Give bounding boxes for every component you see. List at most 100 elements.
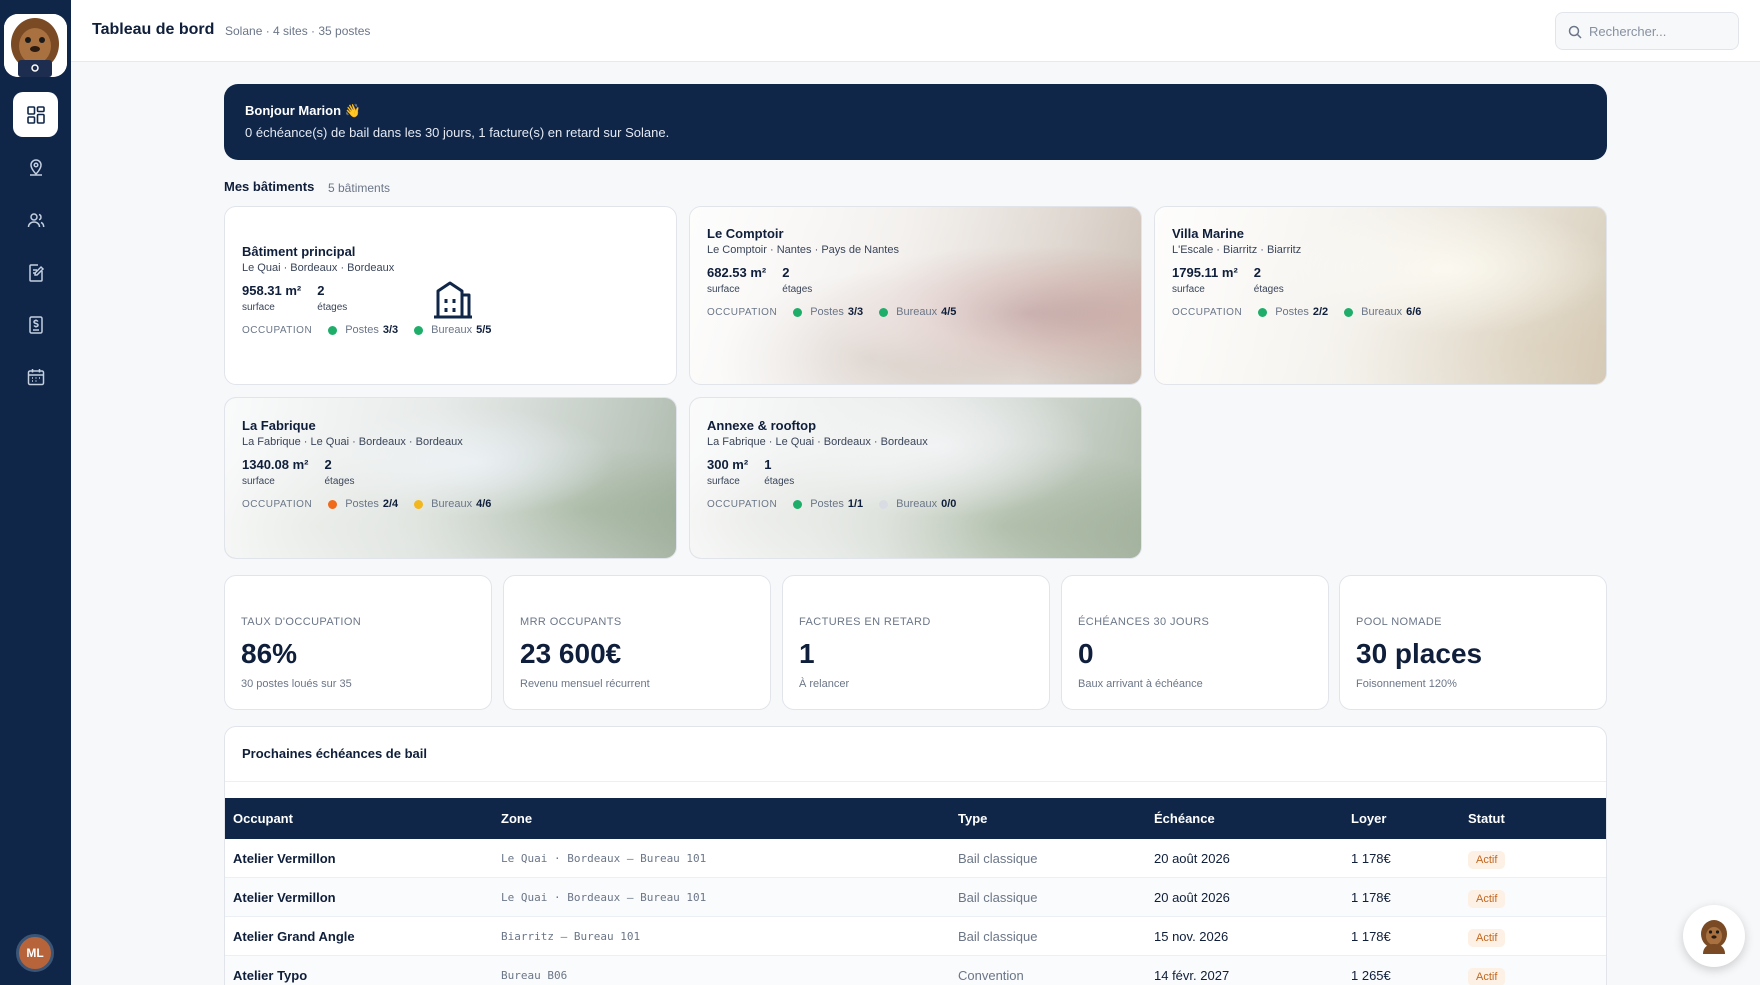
cell-rent: 1 265€: [1351, 968, 1391, 983]
buildings-section-title: Mes bâtiments: [224, 179, 315, 194]
kpi-value: 86%: [241, 638, 298, 669]
dashboard-icon: [26, 105, 45, 124]
table-row[interactable]: Atelier Vermillon Le Quai · Bordeaux — B…: [225, 839, 1606, 878]
building-location: La Fabrique · Le Quai · Bordeaux · Borde…: [242, 436, 463, 448]
kpi-sub: Baux arrivant à échéance: [1078, 678, 1203, 690]
page-title: Tableau de bord: [92, 21, 215, 38]
col-expiry[interactable]: Échéance: [1154, 798, 1215, 839]
cell-zone: Bureau B06: [501, 969, 568, 982]
status-badge: Actif: [1468, 967, 1506, 985]
leases-panel: Prochaines échéances de bail Occupant Zo…: [224, 726, 1607, 985]
nav-occupants[interactable]: [13, 197, 58, 242]
cell-zone: Le Quai · Bordeaux — Bureau 101: [501, 852, 707, 865]
occupancy-bureaux: Bureaux 5/5: [414, 324, 491, 336]
occupancy-bureaux: Bureaux 0/0: [879, 498, 956, 510]
cell-occupant: Atelier Typo: [233, 968, 308, 983]
building-surface: 682.53 m² surface: [707, 265, 767, 295]
occupancy-postes: Postes 2/4: [328, 498, 398, 510]
user-initials: ML: [26, 946, 44, 960]
table-row[interactable]: Atelier Vermillon Le Quai · Bordeaux — B…: [225, 878, 1606, 917]
col-rent[interactable]: Loyer: [1351, 798, 1386, 839]
kpi-sub: Foisonnement 120%: [1356, 678, 1457, 690]
cell-occupant: Atelier Vermillon: [233, 851, 336, 866]
kpi-sub: Revenu mensuel récurrent: [520, 678, 650, 690]
top-bar: Tableau de bord Solane · 4 sites · 35 po…: [71, 0, 1760, 62]
building-location: L'Escale · Biarritz · Biarritz: [1172, 244, 1302, 256]
nav-contracts[interactable]: [13, 250, 58, 295]
building-floors: 2 étages: [1253, 265, 1284, 295]
occupancy-bureaux: Bureaux 4/5: [879, 306, 956, 318]
building-card[interactable]: La Fabrique La Fabrique · Le Quai · Bord…: [224, 397, 677, 559]
col-status[interactable]: Statut: [1468, 798, 1505, 839]
building-name: Annexe & rooftop: [707, 418, 817, 433]
cell-rent: 1 178€: [1351, 890, 1391, 905]
edit-doc-icon: [28, 263, 44, 282]
col-occupant[interactable]: Occupant: [233, 798, 293, 839]
nav-sites[interactable]: [13, 145, 58, 190]
mascot-logo-icon: [4, 14, 67, 77]
building-card[interactable]: Le Comptoir Le Comptoir · Nantes · Pays …: [689, 206, 1142, 385]
kpi-sub: 30 postes loués sur 35: [241, 678, 352, 690]
building-name: Bâtiment principal: [242, 244, 356, 259]
building-floors: 2 étages: [782, 265, 813, 295]
building-surface: 300 m² surface: [707, 457, 749, 487]
nav-dashboard[interactable]: [13, 92, 58, 137]
building-location: La Fabrique · Le Quai · Bordeaux · Borde…: [707, 436, 928, 448]
building-surface: 1795.11 m² surface: [1172, 265, 1238, 295]
status-dot: [414, 499, 424, 509]
status-dot: [793, 499, 803, 509]
kpi-sub: À relancer: [799, 678, 850, 690]
building-card[interactable]: Bâtiment principal Le Quai · Bordeaux · …: [224, 206, 677, 385]
kpi-value: 0: [1078, 638, 1094, 669]
cell-status: Actif: [1468, 839, 1506, 878]
building-location: Le Quai · Bordeaux · Bordeaux: [242, 262, 395, 274]
kpi-lease-expiries: ÉCHÉANCES 30 JOURS 0 Baux arrivant à éch…: [1061, 575, 1329, 710]
cell-zone: Biarritz — Bureau 101: [501, 930, 641, 943]
building-name: Le Comptoir: [707, 226, 784, 241]
cell-type: Bail classique: [958, 890, 1038, 905]
cell-type: Bail classique: [958, 851, 1038, 866]
status-dot: [328, 499, 338, 509]
kpi-value: 23 600€: [520, 638, 622, 669]
app-logo[interactable]: [4, 14, 67, 77]
kpi-label: ÉCHÉANCES 30 JOURS: [1078, 616, 1210, 628]
col-zone[interactable]: Zone: [501, 798, 532, 839]
status-dot: [879, 307, 889, 317]
status-badge: Actif: [1468, 928, 1506, 947]
building-location: Le Comptoir · Nantes · Pays de Nantes: [707, 244, 899, 256]
building-card[interactable]: Villa Marine L'Escale · Biarritz · Biarr…: [1154, 206, 1607, 385]
building-name: Villa Marine: [1172, 226, 1245, 241]
buildings-section-count: 5 bâtiments: [328, 181, 391, 195]
table-header: Occupant Zone Type Échéance Loyer Statut: [225, 798, 1606, 839]
status-dot: [328, 325, 338, 335]
status-badge: Actif: [1468, 850, 1506, 869]
users-icon: [27, 212, 44, 227]
building-card[interactable]: Annexe & rooftop La Fabrique · Le Quai ·…: [689, 397, 1142, 559]
search-box[interactable]: [1555, 12, 1739, 50]
building-occupancy: OCCUPATION Postes 3/3 Bureaux 4/5: [707, 306, 957, 318]
cell-status: Actif: [1468, 917, 1506, 956]
cell-type: Convention: [958, 968, 1024, 983]
nav-billing[interactable]: [13, 302, 58, 347]
mascot-icon: [1701, 920, 1727, 954]
table-row[interactable]: Atelier Typo Bureau B06 Convention 14 fé…: [225, 956, 1606, 985]
col-type[interactable]: Type: [958, 798, 987, 839]
status-dot: [793, 307, 803, 317]
user-avatar[interactable]: ML: [16, 934, 54, 972]
table-row[interactable]: Atelier Grand Angle Biarritz — Bureau 10…: [225, 917, 1606, 956]
banner-greeting: Bonjour Marion 👋: [245, 103, 361, 118]
status-dot: [414, 325, 424, 335]
search-input[interactable]: [1589, 21, 1729, 41]
cell-occupant: Atelier Grand Angle: [233, 929, 355, 944]
building-occupancy: OCCUPATION Postes 2/4 Bureaux 4/6: [242, 498, 492, 510]
kpi-label: TAUX D'OCCUPATION: [241, 616, 362, 628]
leases-title: Prochaines échéances de bail: [242, 746, 427, 761]
building-surface: 1340.08 m² surface: [242, 457, 309, 487]
kpi-value: 1: [799, 638, 815, 669]
nav-calendar[interactable]: [13, 354, 58, 399]
occupancy-postes: Postes 3/3: [793, 306, 863, 318]
cell-expiry: 15 nov. 2026: [1154, 929, 1229, 944]
building-name: La Fabrique: [242, 418, 316, 433]
assistant-button[interactable]: [1683, 905, 1745, 967]
building-icon: [434, 281, 472, 319]
